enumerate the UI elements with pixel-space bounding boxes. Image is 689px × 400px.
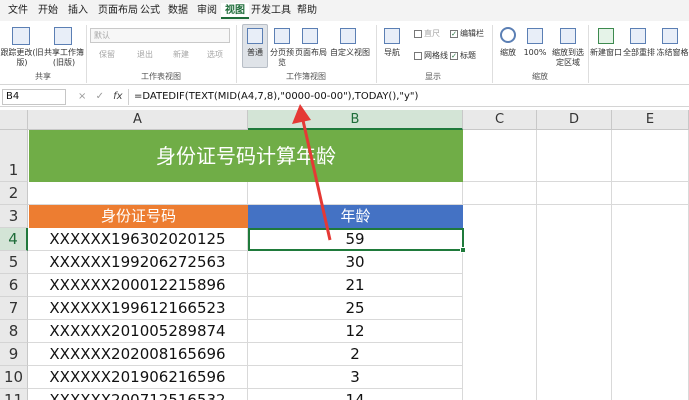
arrow-shaft: [300, 115, 332, 241]
excel-window: 文件 开始 插入 页面布局 公式 数据 审阅 视图 开发工具 帮助 跟踪更改(旧…: [0, 0, 689, 400]
arrow-head: [292, 104, 311, 124]
annotation-arrow: [292, 104, 332, 241]
